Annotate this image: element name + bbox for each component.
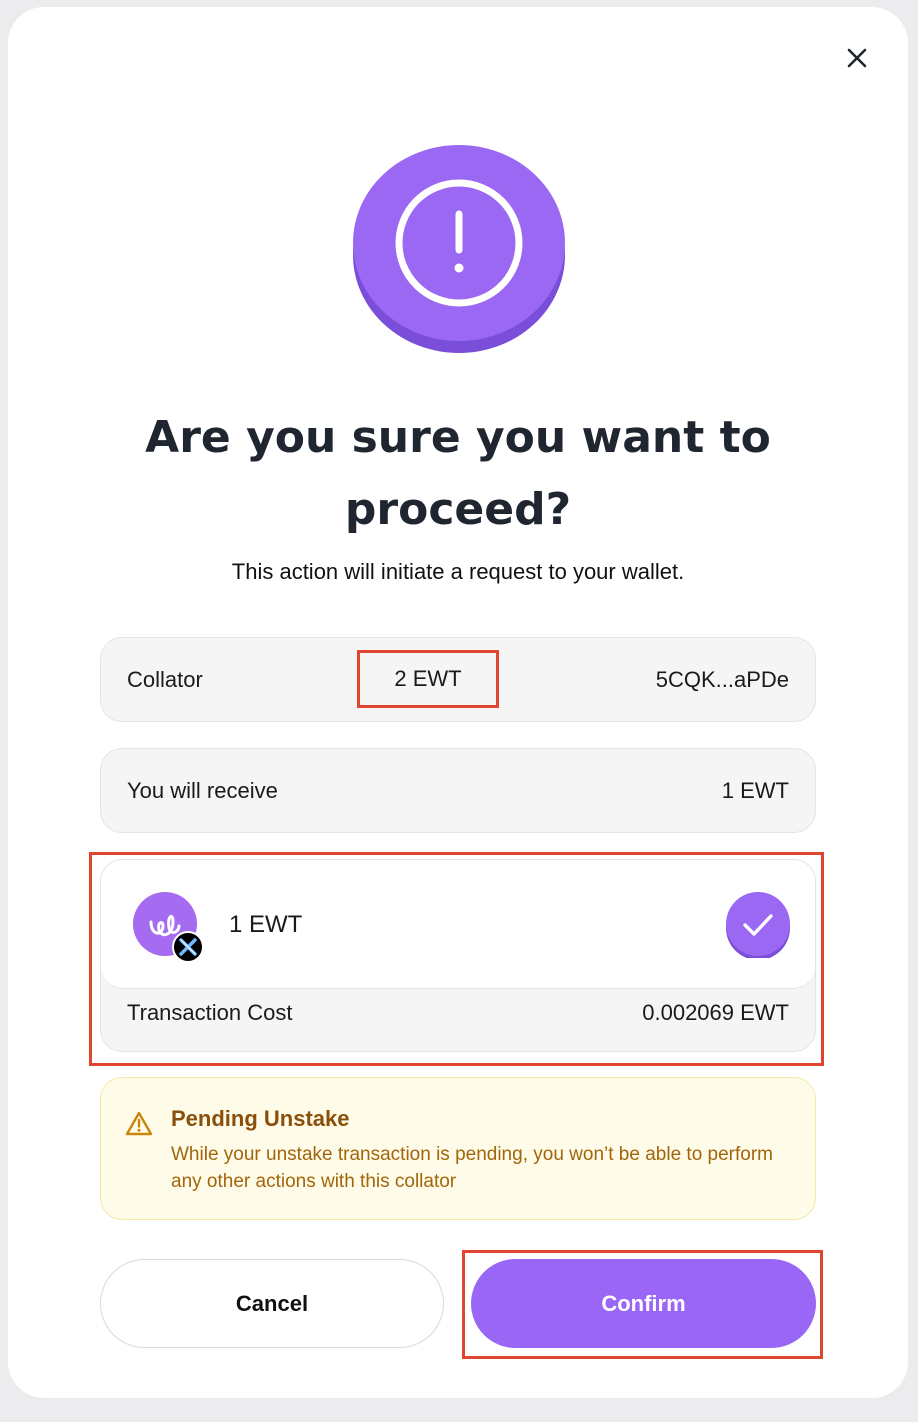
transaction-cost-label: Transaction Cost	[127, 1000, 293, 1025]
collator-label: Collator	[127, 666, 203, 692]
collator-stake-amount: 2 EWT	[357, 650, 499, 708]
cancel-button[interactable]: Cancel	[100, 1259, 444, 1348]
energy-web-logo-icon	[133, 892, 204, 963]
receive-label: You will receive	[127, 777, 278, 803]
close-icon	[847, 48, 867, 68]
dialog-subtitle: This action will initiate a request to y…	[231, 559, 685, 584]
confirm-button[interactable]: Confirm	[471, 1259, 816, 1348]
transaction-cost-value: 0.002069 EWT	[642, 1000, 789, 1025]
confirm-dialog: Are you sure you want to proceed? This a…	[8, 7, 908, 1398]
collator-row: Collator 2 EWT 5CQK...aPDe	[100, 637, 816, 722]
receive-row: You will receive 1 EWT	[100, 748, 816, 833]
token-amount: 1 EWT	[229, 910, 303, 938]
collator-address: 5CQK...aPDe	[655, 666, 789, 692]
warning-text: While your unstake transaction is pendin…	[171, 1144, 773, 1192]
token-card: 1 EWT Transaction Cost 0.002069 EWT	[100, 859, 816, 1052]
warning-title: Pending Unstake	[171, 1106, 350, 1131]
pending-unstake-warning: Pending Unstake While your unstake trans…	[100, 1077, 816, 1220]
receive-value: 1 EWT	[721, 777, 789, 803]
token-option[interactable]: 1 EWT	[101, 860, 815, 989]
dialog-title: Are you sure you want to proceed?	[145, 412, 771, 535]
exclamation-icon	[353, 145, 565, 353]
close-button[interactable]	[840, 41, 874, 75]
check-icon	[726, 892, 790, 958]
warning-triangle-icon	[125, 1111, 153, 1136]
